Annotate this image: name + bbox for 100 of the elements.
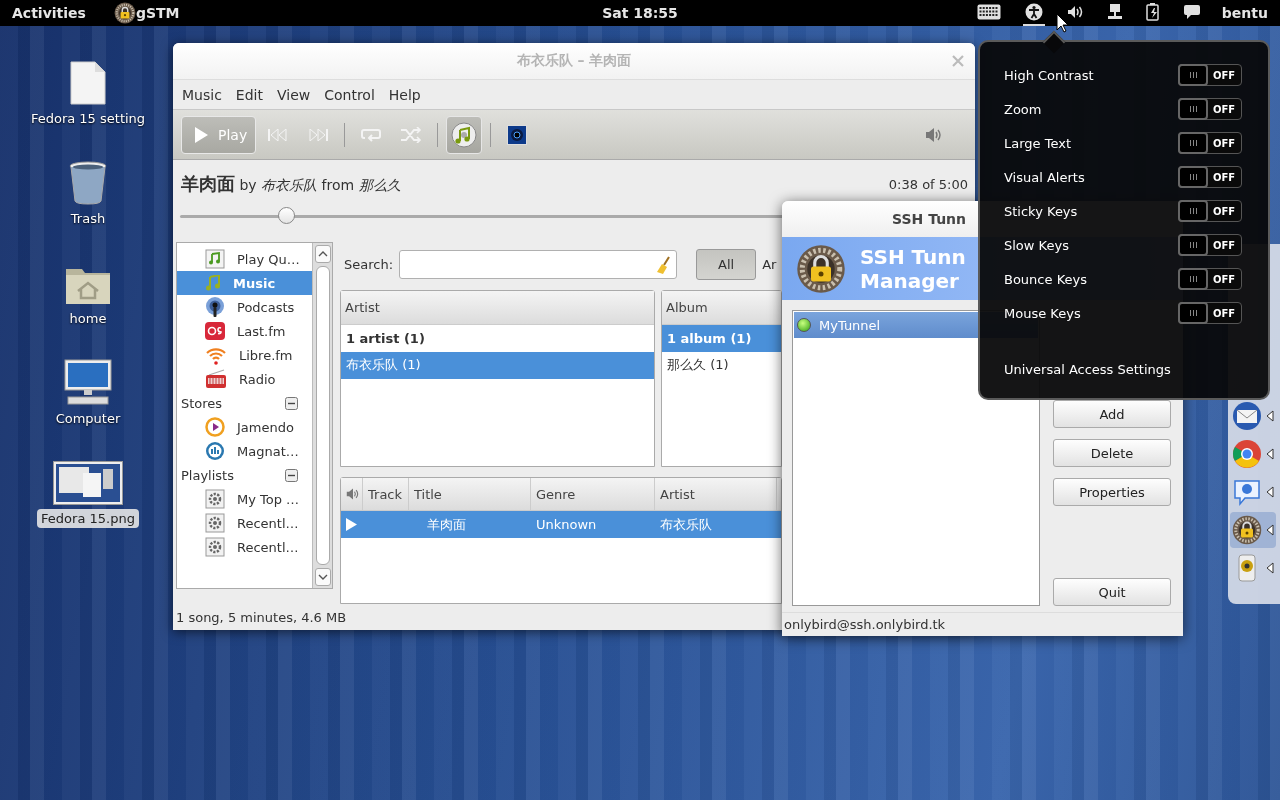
speaker-icon	[346, 487, 360, 502]
toggle-switch[interactable]: OFF	[1178, 132, 1242, 154]
column-header[interactable]: Album	[666, 299, 708, 315]
quit-button[interactable]: Quit	[1053, 578, 1171, 606]
filter-button[interactable]: All	[696, 249, 757, 281]
shuffle-icon	[400, 126, 423, 143]
envelope-icon[interactable]	[1232, 401, 1262, 431]
lastfm-icon	[205, 321, 225, 341]
source-item[interactable]: Radio	[177, 367, 312, 391]
source-item[interactable]: Magnat…	[177, 439, 312, 463]
menu-item[interactable]: Edit	[229, 86, 269, 103]
option-label: High Contrast	[1004, 67, 1094, 83]
menu-item[interactable]: Music	[176, 86, 228, 103]
trash-icon[interactable]	[69, 161, 107, 205]
desktop-icon-label[interactable]: Computer	[51, 409, 125, 428]
signal-waves-icon	[205, 345, 227, 365]
option-label: Large Text	[1004, 135, 1071, 151]
music-note-icon	[205, 249, 225, 269]
document-icon[interactable]	[70, 61, 106, 105]
column-header[interactable]: Title	[414, 486, 442, 502]
play-icon	[194, 126, 208, 143]
list-row[interactable]: 那么久 (1)	[662, 351, 781, 379]
desktop-icon-label[interactable]: home	[65, 309, 111, 328]
battery-icon[interactable]	[1145, 3, 1160, 21]
desktop-icon-label[interactable]: Fedora 15.png	[37, 509, 139, 528]
gear-icon	[205, 513, 225, 533]
column-header[interactable]: Artist	[345, 299, 380, 315]
source-item[interactable]: Last.fm	[177, 319, 312, 343]
window-title: 布衣乐队 – 羊肉面	[516, 52, 632, 70]
list-row[interactable]: 1 artist (1)	[341, 324, 654, 352]
settings-menu-item[interactable]: Universal Access Settings	[1004, 362, 1171, 377]
lock-icon	[1232, 515, 1262, 545]
seek-slider-thumb[interactable]	[277, 207, 295, 224]
broom-icon[interactable]	[656, 255, 673, 274]
radio-icon	[205, 369, 227, 389]
option-label: Zoom	[1004, 101, 1042, 117]
source-item[interactable]: Recentl…	[177, 511, 312, 535]
toggle-switch[interactable]: OFF	[1178, 200, 1242, 222]
desktop-icon-label[interactable]: Trash	[66, 209, 110, 228]
menu-item[interactable]: Control	[318, 86, 381, 103]
group-heading: Stores	[181, 395, 223, 411]
podcast-icon	[205, 297, 225, 317]
lock-icon	[796, 243, 846, 294]
banner-title: Manager	[860, 268, 960, 293]
column-header[interactable]: Genre	[536, 486, 576, 502]
source-item[interactable]: Jamendo	[177, 415, 312, 439]
toggle-switch[interactable]: OFF	[1178, 64, 1242, 86]
app-menu[interactable]: gSTM	[135, 5, 180, 21]
collapse-icon[interactable]	[285, 468, 298, 482]
chat-icon[interactable]	[1232, 477, 1262, 507]
action-button[interactable]: Delete	[1053, 439, 1171, 467]
browser-icon[interactable]	[1232, 439, 1262, 469]
menu-item[interactable]: Help	[382, 86, 427, 103]
gear-icon	[205, 489, 225, 509]
toggle-switch[interactable]: OFF	[1178, 234, 1242, 256]
chat-bubble-icon[interactable]	[1183, 5, 1200, 19]
column-header[interactable]: Track	[368, 486, 403, 502]
action-button[interactable]: Properties	[1053, 478, 1171, 506]
option-label: Sticky Keys	[1004, 203, 1078, 219]
status-bar-text: onlybird@ssh.onlybird.tk	[784, 617, 946, 632]
network-icon[interactable]	[1107, 4, 1122, 20]
accessibility-icon[interactable]	[1024, 3, 1043, 21]
column-header[interactable]: Artist	[660, 486, 695, 502]
collapse-icon[interactable]	[285, 396, 298, 410]
window-title: SSH Tunn	[892, 211, 967, 227]
source-item[interactable]: Podcasts	[177, 295, 312, 319]
repeat-icon	[361, 126, 382, 143]
gear-icon	[205, 537, 225, 557]
option-label: Slow Keys	[1004, 237, 1069, 253]
source-item[interactable]: Play Qu…	[177, 247, 312, 271]
toggle-switch[interactable]: OFF	[1178, 98, 1242, 120]
table-cell: 羊肉面	[427, 515, 466, 534]
elapsed-time: 0:38 of 5:00	[888, 176, 968, 192]
activities-button[interactable]: Activities	[12, 5, 86, 21]
next-icon	[308, 128, 329, 141]
clock[interactable]: Sat 18:55	[602, 5, 678, 21]
group-heading: Playlists	[181, 467, 234, 483]
action-button[interactable]: Add	[1053, 400, 1171, 428]
play-circle-icon	[205, 417, 225, 437]
toggle-switch[interactable]: OFF	[1178, 166, 1242, 188]
user-menu[interactable]: bentu	[1221, 5, 1268, 21]
music-note-icon	[205, 275, 221, 291]
source-item[interactable]: Recentl…	[177, 535, 312, 559]
source-item[interactable]: My Top …	[177, 487, 312, 511]
source-item[interactable]: Libre.fm	[177, 343, 312, 367]
volume-icon[interactable]	[1066, 5, 1084, 19]
search-label: Search:	[344, 257, 394, 273]
option-label: Bounce Keys	[1004, 271, 1087, 287]
table-cell: Unknown	[536, 517, 597, 533]
computer-icon[interactable]	[64, 359, 112, 405]
status-bar-text: 1 song, 5 minutes, 4.6 MB	[176, 610, 347, 625]
search-field[interactable]	[399, 250, 678, 280]
filter-button[interactable]: Ar	[756, 249, 778, 281]
desktop-icon-label[interactable]: Fedora 15 setting	[26, 109, 150, 128]
music-disc-icon	[451, 121, 478, 148]
toggle-switch[interactable]: OFF	[1178, 302, 1242, 324]
toggle-switch[interactable]: OFF	[1178, 268, 1242, 290]
image-file-icon[interactable]	[53, 461, 123, 505]
scrollbar-thumb[interactable]	[315, 266, 330, 565]
menu-item[interactable]: View	[270, 86, 317, 103]
